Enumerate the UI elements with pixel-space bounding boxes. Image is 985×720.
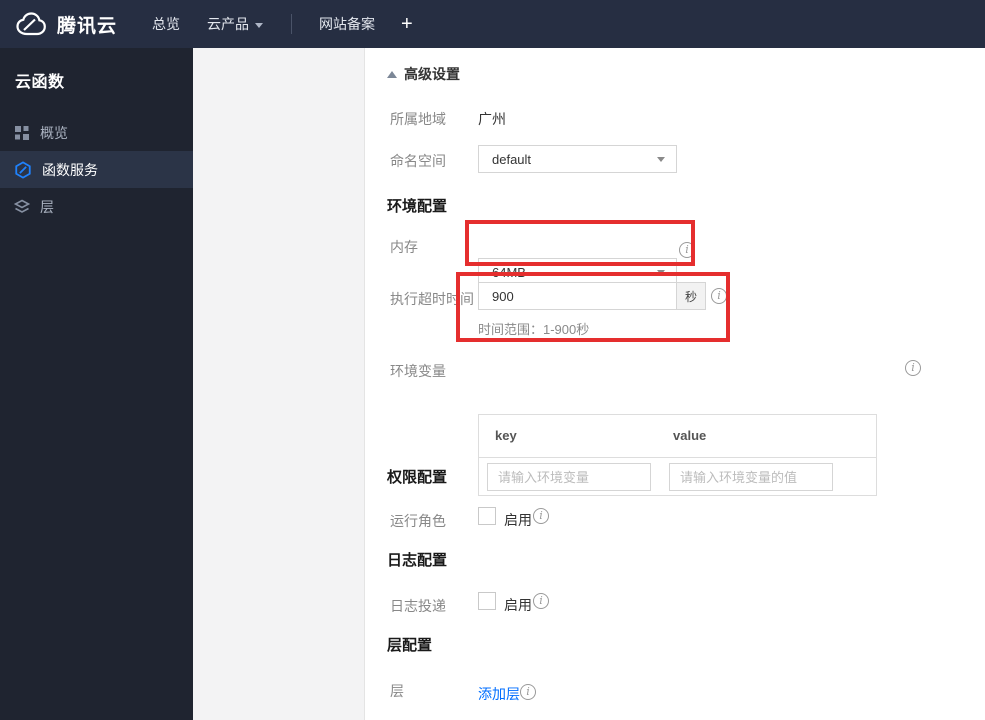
env-vars-info-icon[interactable]: i	[905, 360, 921, 376]
brand-name[interactable]: 腾讯云	[57, 11, 117, 38]
env-value-header: value	[673, 428, 707, 443]
run-role-enable-checkbox[interactable]	[478, 507, 496, 525]
sidebar-product-title: 云函数	[15, 74, 65, 91]
grid-icon	[15, 125, 29, 140]
sidebar-item-overview[interactable]: 概览	[0, 114, 193, 151]
layer-label: 层	[390, 683, 404, 699]
namespace-select[interactable]: default	[478, 145, 677, 173]
tencent-cloud-logo-icon[interactable]	[14, 11, 48, 37]
timeout-input-group: 秒	[478, 282, 706, 310]
env-key-header: key	[495, 428, 517, 443]
timeout-info-icon[interactable]: i	[711, 288, 727, 304]
run-role-enable-label: 启用	[504, 512, 532, 528]
scf-hexagon-icon	[15, 160, 31, 179]
advanced-settings-label: 高级设置	[404, 66, 460, 82]
layers-icon	[14, 199, 30, 213]
add-layer-link[interactable]: 添加层	[478, 684, 520, 704]
nav-add-tab-button[interactable]: +	[401, 13, 413, 36]
timeout-label: 执行超时时间	[390, 291, 474, 307]
region-label: 所属地域	[390, 111, 446, 127]
chevron-down-icon	[657, 157, 665, 162]
log-delivery-label: 日志投递	[390, 598, 446, 614]
nav-overview[interactable]: 总览	[152, 14, 180, 34]
nav-cloud-products[interactable]: 云产品	[207, 14, 264, 34]
log-delivery-info-icon[interactable]: i	[533, 593, 549, 609]
nav-website-record[interactable]: 网站备案	[319, 14, 375, 34]
table-divider	[479, 457, 876, 458]
env-key-input[interactable]	[487, 463, 651, 491]
chevron-down-icon	[657, 270, 665, 275]
timeout-input[interactable]	[478, 282, 677, 310]
namespace-label: 命名空间	[390, 153, 446, 169]
sidebar-item-function-service[interactable]: 函数服务	[0, 151, 193, 188]
top-navigation-bar: 腾讯云 总览 云产品 网站备案 +	[0, 0, 985, 48]
timeout-unit-suffix: 秒	[677, 282, 706, 310]
env-value-input[interactable]	[669, 463, 833, 491]
nav-divider	[291, 14, 293, 34]
memory-info-icon[interactable]: i	[679, 242, 695, 258]
function-config-panel: 高级设置 所属地域 广州 命名空间 default 环境配置 内存 64MB i…	[365, 48, 985, 720]
advanced-settings-toggle[interactable]: 高级设置	[387, 64, 460, 84]
env-vars-label: 环境变量	[390, 363, 446, 379]
run-role-info-icon[interactable]: i	[533, 508, 549, 524]
section-permission-config: 权限配置	[387, 469, 448, 486]
memory-label: 内存	[390, 239, 418, 255]
section-log-config: 日志配置	[387, 552, 448, 569]
page-background-column	[193, 48, 365, 720]
section-layer-config: 层配置	[387, 637, 433, 654]
log-delivery-enable-label: 启用	[504, 597, 532, 613]
memory-selected-value: 64MB	[492, 264, 526, 280]
log-delivery-enable-checkbox[interactable]	[478, 592, 496, 610]
namespace-selected-value: default	[492, 151, 532, 167]
region-value: 广州	[478, 111, 506, 127]
sidebar: 云函数 概览 函数服务 层	[0, 48, 193, 720]
section-environment-config: 环境配置	[387, 198, 448, 215]
nav-cloud-products-label: 云产品	[207, 16, 250, 32]
sidebar-item-label: 层	[40, 198, 54, 215]
top-nav-menu: 总览 云产品 网站备案 +	[117, 13, 413, 36]
sidebar-item-label: 概览	[40, 124, 68, 141]
sidebar-item-label: 函数服务	[42, 161, 98, 178]
env-vars-table: key value	[478, 414, 877, 496]
layer-info-icon[interactable]: i	[520, 684, 536, 700]
triangle-up-icon	[387, 70, 397, 78]
sidebar-item-layers[interactable]: 层	[0, 188, 193, 225]
run-role-label: 运行角色	[390, 513, 446, 529]
chevron-down-icon	[255, 22, 264, 28]
timeout-range-hint: 时间范围：1-900秒	[478, 322, 590, 337]
